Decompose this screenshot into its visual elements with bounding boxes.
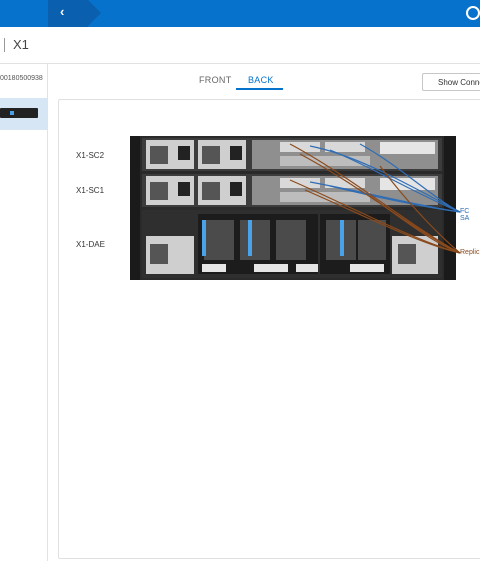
search-icon[interactable] <box>466 6 480 20</box>
connection-label-replication: Replic <box>460 249 480 256</box>
active-tab-indicator <box>236 88 283 90</box>
title-bar <box>0 27 480 64</box>
row-label-dae: X1-DAE <box>76 240 105 249</box>
connection-label-fc: FC SA <box>460 208 470 222</box>
tab-back[interactable]: BACK <box>248 75 274 85</box>
appliance-serial: 00180500938 <box>0 75 43 82</box>
left-rail <box>130 136 140 280</box>
page-title: X1 <box>13 37 29 52</box>
node-sc2 <box>142 138 442 171</box>
node-dae <box>142 210 442 278</box>
title-divider <box>4 38 5 52</box>
row-label-sc2: X1-SC2 <box>76 151 105 160</box>
top-nav-bar: ‹ <box>0 0 480 27</box>
sidebar <box>0 64 48 561</box>
show-connections-button[interactable]: Show Connections <box>422 73 480 91</box>
appliance-back-diagram <box>130 136 461 280</box>
row-label-sc1: X1-SC1 <box>76 186 105 195</box>
tab-front[interactable]: FRONT <box>199 75 232 85</box>
chevron-left-icon: ‹ <box>60 4 65 19</box>
appliance-thumbnail-icon <box>0 108 38 118</box>
back-button[interactable]: ‹ <box>48 0 101 27</box>
